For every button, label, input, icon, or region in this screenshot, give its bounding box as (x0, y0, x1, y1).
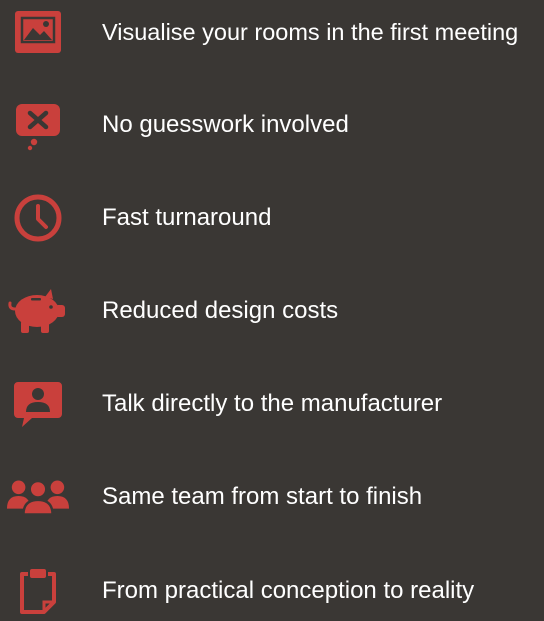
clipboard-icon (6, 561, 70, 621)
speech-bubble-x-icon (6, 95, 70, 155)
feature-label: Fast turnaround (102, 204, 272, 231)
feature-item-no-guesswork: No guesswork involved (0, 95, 544, 155)
feature-item-conception: From practical conception to reality (0, 561, 544, 621)
image-icon (6, 2, 70, 62)
feature-item-visualise: Visualise your rooms in the first meetin… (0, 2, 544, 62)
feature-label: No guesswork involved (102, 111, 349, 138)
feature-item-talk-directly: Talk directly to the manufacturer (0, 374, 544, 434)
feature-list: Visualise your rooms in the first meetin… (0, 0, 544, 614)
feature-item-fast-turnaround: Fast turnaround (0, 188, 544, 248)
feature-label: Talk directly to the manufacturer (102, 390, 443, 417)
piggy-bank-icon (6, 281, 70, 341)
clock-icon (6, 188, 70, 248)
person-chat-icon (6, 374, 70, 434)
team-icon (6, 467, 70, 527)
feature-item-same-team: Same team from start to finish (0, 467, 544, 527)
feature-label: Same team from start to finish (102, 483, 423, 510)
feature-label: Visualise your rooms in the first meetin… (102, 19, 519, 45)
feature-label: Reduced design costs (102, 297, 339, 324)
feature-label: From practical conception to reality (102, 577, 475, 604)
feature-item-reduced-costs: Reduced design costs (0, 281, 544, 341)
